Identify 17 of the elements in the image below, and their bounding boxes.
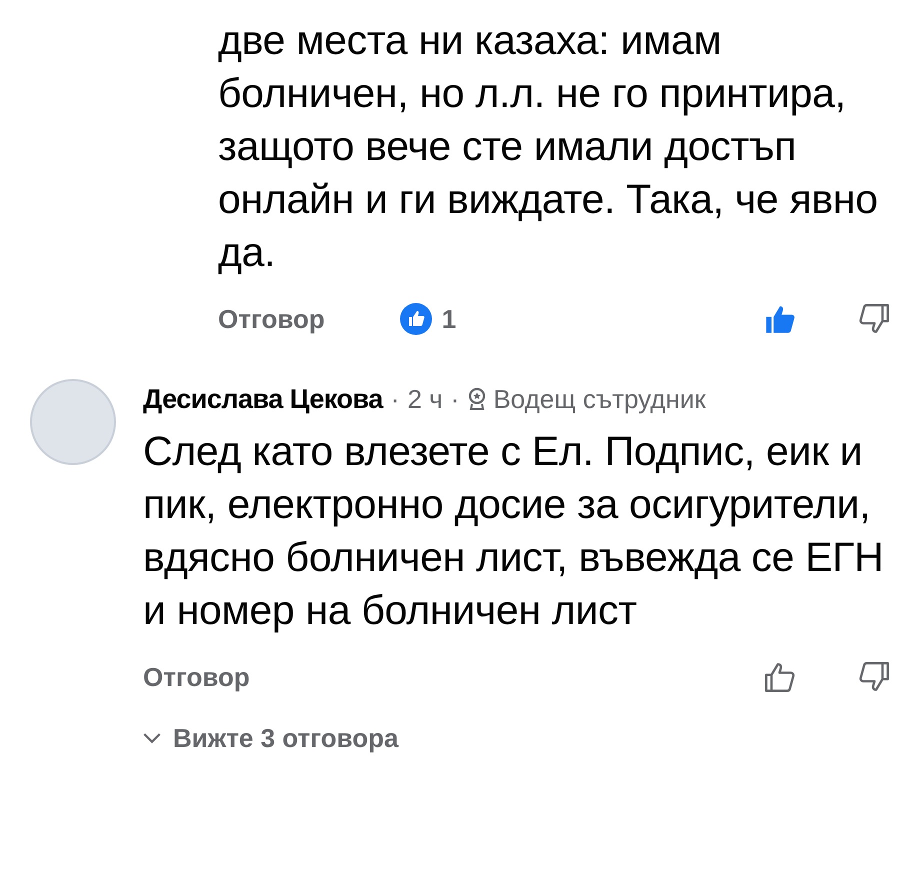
like-reaction-icon[interactable] bbox=[400, 303, 432, 335]
reply-link[interactable]: Отговор bbox=[218, 304, 325, 334]
view-replies-link[interactable]: Вижте 3 отговора bbox=[143, 723, 398, 754]
contributor-badge-label: Водещ сътрудник bbox=[493, 384, 706, 414]
reaction-count: 1 bbox=[442, 304, 456, 334]
award-badge-icon bbox=[467, 387, 488, 411]
separator-dot: · bbox=[450, 384, 460, 414]
comment-text: две места ни казаха: имам болничен, но л.л. не го принтира, защото вече сте имали достъп онлайн и ги виждате. Така, че явно да. bbox=[218, 16, 879, 277]
chevron-down-icon bbox=[143, 733, 161, 744]
thumbs-down-icon[interactable] bbox=[857, 660, 891, 694]
separator-dot: · bbox=[390, 384, 400, 414]
thumbs-up-icon[interactable] bbox=[763, 660, 797, 694]
reply-link[interactable]: Отговор bbox=[143, 662, 250, 692]
comment-time: 2 ч bbox=[407, 384, 443, 414]
comment-text: След като влезете с Ел. Подпис, еик и пик, електронно досие за осигурители, вдясно болничен лист, въвежда се ЕГН и номер на болничен лист bbox=[143, 427, 884, 635]
author-name[interactable]: Десислава Цекова bbox=[143, 384, 383, 414]
thumbs-down-icon[interactable] bbox=[857, 302, 891, 336]
